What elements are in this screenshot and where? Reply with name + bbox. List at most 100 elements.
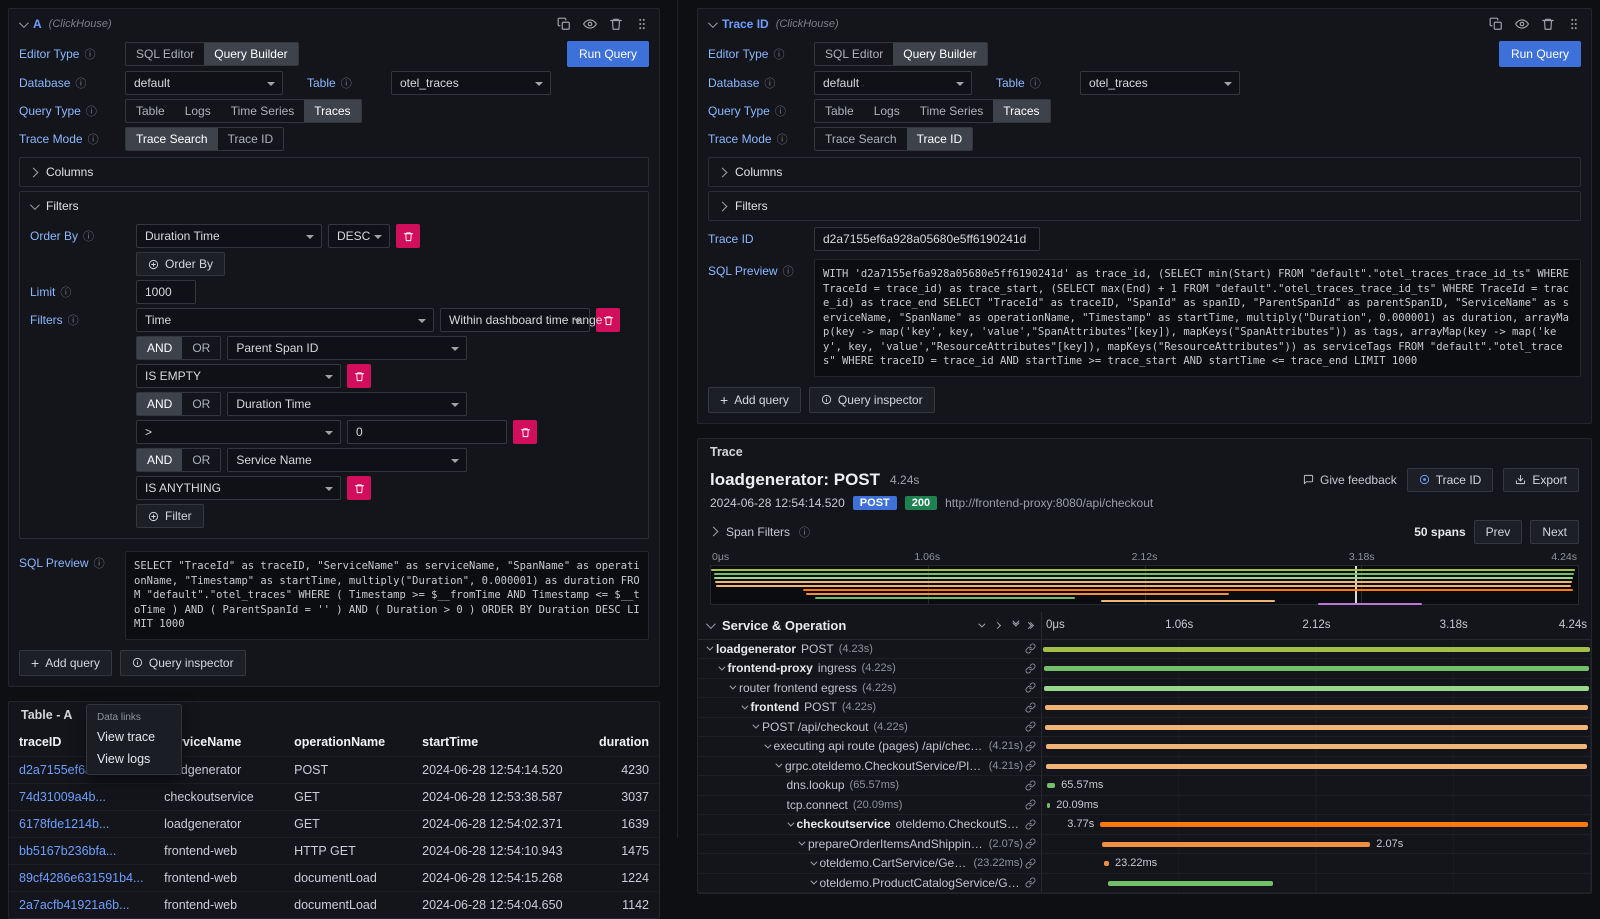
add-order-by-button[interactable]: Order By: [136, 252, 225, 276]
chevron-down-icon[interactable]: [787, 819, 794, 826]
chevron-down-icon[interactable]: [30, 200, 40, 210]
span-timeline-cell[interactable]: [1041, 659, 1591, 678]
link-icon[interactable]: [1025, 858, 1036, 869]
span-row[interactable]: executing api route (pages) /api/checkou…: [698, 737, 1591, 757]
filters-section[interactable]: Filters: [708, 191, 1581, 221]
span-bar[interactable]: [1108, 881, 1273, 886]
span-timeline-cell[interactable]: [1041, 874, 1591, 893]
query-type-table[interactable]: Table: [126, 100, 175, 122]
span-filters-label[interactable]: Span Filters: [726, 525, 790, 539]
filter-operator-select[interactable]: >: [136, 420, 341, 444]
link-icon[interactable]: [1025, 819, 1036, 830]
export-button[interactable]: Export: [1503, 468, 1579, 492]
info-icon[interactable]: ⓘ: [1030, 75, 1041, 91]
hide-query-icon[interactable]: [1515, 17, 1529, 31]
duplicate-query-icon[interactable]: [557, 17, 571, 31]
database-select[interactable]: default: [814, 71, 972, 95]
remove-filter-button[interactable]: [347, 476, 371, 500]
span-row[interactable]: oteldemo.ProductCatalogService/GetProduc…: [698, 874, 1591, 894]
info-icon[interactable]: ⓘ: [83, 228, 94, 244]
query-type-traces[interactable]: Traces: [304, 100, 360, 122]
filter-field-select[interactable]: Parent Span ID: [227, 336, 467, 360]
add-query-button[interactable]: +Add query: [708, 387, 801, 413]
drag-handle-icon[interactable]: [635, 17, 649, 31]
info-icon[interactable]: ⓘ: [60, 284, 71, 300]
span-timeline-cell[interactable]: 20.09ms: [1041, 796, 1591, 815]
span-bar[interactable]: [1044, 686, 1589, 691]
chevron-down-icon[interactable]: [706, 619, 716, 629]
span-bar[interactable]: [1046, 764, 1586, 769]
table-select[interactable]: otel_traces: [391, 71, 551, 95]
trace-id-link[interactable]: 74d31009a4b...: [9, 783, 154, 810]
query-type-timeseries[interactable]: Time Series: [910, 100, 994, 122]
info-icon[interactable]: ⓘ: [777, 131, 788, 147]
chevron-right-icon[interactable]: [709, 527, 719, 537]
link-icon[interactable]: [1025, 643, 1036, 654]
order-by-direction-select[interactable]: DESC: [328, 224, 390, 248]
info-icon[interactable]: ⓘ: [68, 312, 79, 328]
span-timeline-cell[interactable]: [1041, 757, 1591, 776]
query-ref-label[interactable]: A: [33, 17, 42, 31]
prev-button[interactable]: Prev: [1474, 520, 1523, 544]
link-icon[interactable]: [1025, 682, 1036, 693]
chevron-down-icon[interactable]: [19, 18, 29, 28]
and-option[interactable]: AND: [137, 393, 182, 415]
columns-section[interactable]: Columns: [19, 157, 649, 187]
trace-minimap[interactable]: 0μs 1.06s 2.12s 3.18s 4.24s: [710, 551, 1579, 607]
column-header-duration[interactable]: duration: [588, 728, 659, 757]
query-type-logs[interactable]: Logs: [864, 100, 910, 122]
span-timeline-cell[interactable]: [1041, 718, 1591, 737]
span-row[interactable]: dns.lookup(65.57ms) 65.57ms: [698, 776, 1591, 796]
query-builder-option[interactable]: Query Builder: [204, 43, 297, 65]
link-icon[interactable]: [1025, 799, 1036, 810]
chevron-down-icon[interactable]: [752, 722, 759, 729]
span-bar[interactable]: [1045, 705, 1589, 710]
span-timeline-cell[interactable]: 23.22ms: [1041, 854, 1591, 873]
order-by-field-select[interactable]: Duration Time: [136, 224, 322, 248]
span-bar[interactable]: [1046, 744, 1587, 749]
trace-id-link[interactable]: 6178fde1214b...: [9, 810, 154, 837]
chevron-down-icon[interactable]: [706, 644, 713, 651]
info-icon[interactable]: ⓘ: [341, 75, 352, 91]
trace-id-link[interactable]: bb5167b236bfa...: [9, 837, 154, 864]
query-row-header-trace-id[interactable]: Trace ID (ClickHouse): [698, 9, 1591, 39]
span-row[interactable]: prepareOrderItemsAndShippingQuoteFromCar…: [698, 835, 1591, 855]
info-icon[interactable]: ⓘ: [86, 103, 97, 119]
query-type-traces[interactable]: Traces: [993, 100, 1049, 122]
span-bar[interactable]: [1044, 666, 1590, 671]
panel-title[interactable]: Trace: [698, 439, 1591, 465]
link-icon[interactable]: [1025, 663, 1036, 674]
expand-all-icon[interactable]: [1029, 623, 1033, 628]
and-option[interactable]: AND: [137, 337, 182, 359]
run-query-button[interactable]: Run Query: [567, 41, 649, 67]
span-bar[interactable]: [1047, 783, 1055, 788]
span-bar[interactable]: [1043, 647, 1590, 652]
chevron-down-icon[interactable]: [810, 878, 817, 885]
add-filter-button[interactable]: Filter: [136, 504, 204, 528]
trace-id-link[interactable]: 2a7acfb41921a6b...: [9, 891, 154, 918]
database-select[interactable]: default: [125, 71, 283, 95]
filter-operator-select[interactable]: IS ANYTHING: [136, 476, 341, 500]
span-row[interactable]: POST /api/checkout(4.22s): [698, 718, 1591, 738]
query-builder-option[interactable]: Query Builder: [893, 43, 986, 65]
info-icon[interactable]: ⓘ: [94, 555, 105, 571]
link-icon[interactable]: [1025, 741, 1036, 752]
span-row[interactable]: loadgeneratorPOST(4.23s): [698, 640, 1591, 660]
table-select[interactable]: otel_traces: [1080, 71, 1240, 95]
chevron-right-icon[interactable]: [718, 167, 728, 177]
info-icon[interactable]: ⓘ: [88, 131, 99, 147]
chevron-down-icon[interactable]: [708, 18, 718, 28]
info-icon[interactable]: ⓘ: [775, 103, 786, 119]
collapse-one-icon[interactable]: [978, 620, 985, 627]
info-icon[interactable]: ⓘ: [764, 75, 775, 91]
span-bar[interactable]: [1047, 803, 1050, 808]
query-inspector-button[interactable]: Query inspector: [809, 387, 935, 413]
info-icon[interactable]: ⓘ: [799, 524, 810, 540]
chevron-down-icon[interactable]: [764, 741, 771, 748]
span-row[interactable]: grpc.oteldemo.CheckoutService/PlaceOrder…: [698, 757, 1591, 777]
link-icon[interactable]: [1025, 780, 1036, 791]
span-row[interactable]: frontend-proxyingress(4.22s): [698, 659, 1591, 679]
filter-operator-select[interactable]: IS EMPTY: [136, 364, 341, 388]
link-icon[interactable]: [1025, 838, 1036, 849]
or-option[interactable]: OR: [182, 393, 220, 415]
